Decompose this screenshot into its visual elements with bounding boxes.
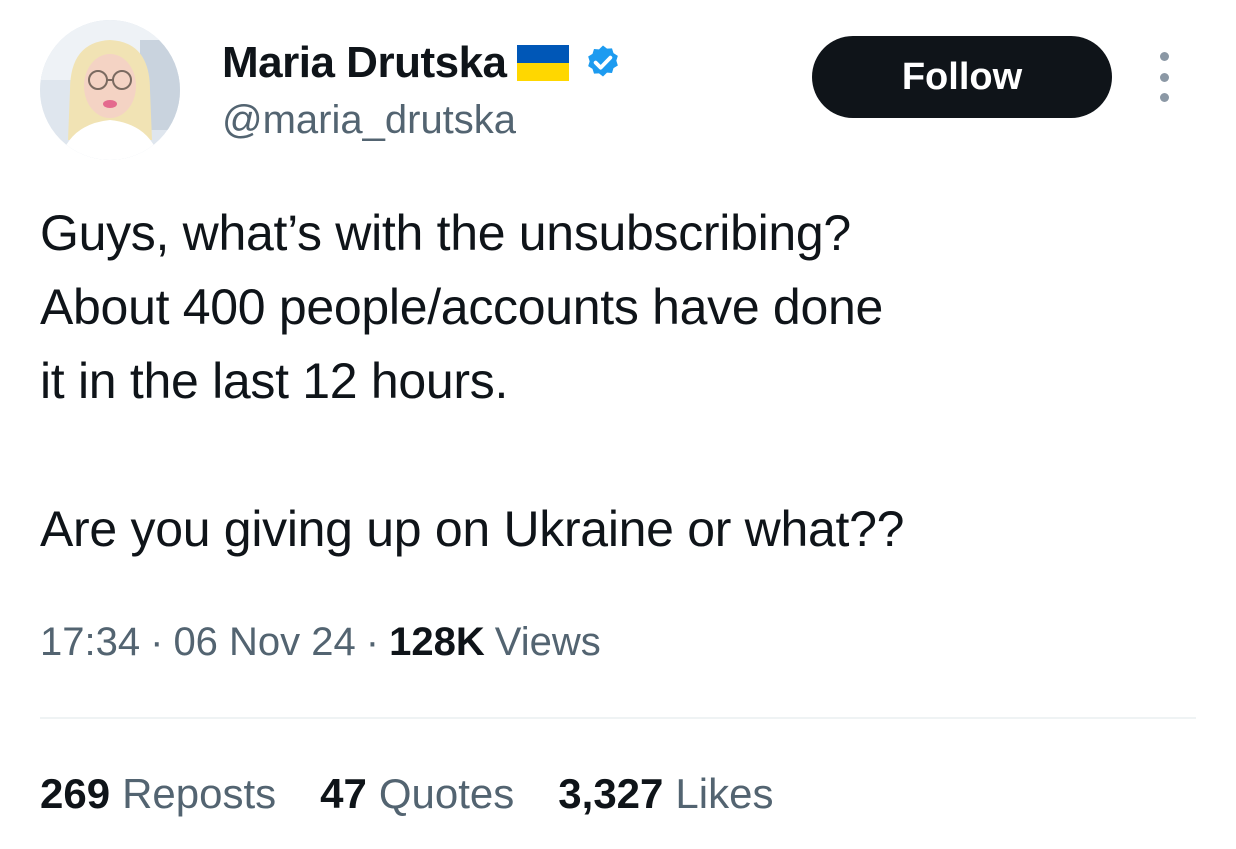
reposts-label: Reposts	[122, 770, 277, 817]
tweet-card: Maria Drutska @maria_drutska Follow Guys…	[0, 0, 1236, 849]
quotes-stat[interactable]: 47 Quotes	[320, 770, 514, 818]
more-options-icon[interactable]	[1152, 52, 1176, 102]
views-count[interactable]: 128K	[389, 620, 485, 665]
follow-button[interactable]: Follow	[812, 36, 1112, 118]
quotes-label: Quotes	[378, 770, 515, 817]
author-display-name[interactable]: Maria Drutska	[222, 38, 507, 88]
divider	[40, 717, 1196, 719]
views-label: Views	[494, 620, 601, 664]
likes-label: Likes	[675, 770, 774, 817]
tweet-time[interactable]: 17:34	[40, 620, 140, 665]
tweet-line: it in the last 12 hours.	[40, 353, 509, 409]
reposts-count: 269	[40, 770, 111, 817]
ukraine-flag-icon	[516, 45, 569, 81]
likes-count: 3,327	[558, 770, 664, 817]
quotes-count: 47	[320, 770, 367, 817]
tweet-line: Are you giving up on Ukraine or what??	[40, 501, 905, 557]
author-name-row: Maria Drutska	[222, 36, 623, 90]
meta-separator: ·	[365, 620, 380, 664]
tweet-line: About 400 people/accounts have done	[40, 279, 883, 335]
tweet-line: Guys, what’s with the unsubscribing?	[40, 205, 851, 261]
tweet-date[interactable]: 06 Nov 24	[173, 620, 355, 665]
more-dot	[1159, 93, 1169, 102]
author-handle[interactable]: @maria_drutska	[222, 98, 516, 143]
avatar-image	[40, 20, 180, 160]
reposts-stat[interactable]: 269 Reposts	[40, 770, 276, 818]
engagement-stats: 269 Reposts 47 Quotes 3,327 Likes	[40, 770, 817, 818]
more-dot	[1159, 52, 1169, 61]
tweet-meta: 17:34 · 06 Nov 24 · 128K Views	[40, 620, 601, 665]
avatar[interactable]	[40, 20, 180, 160]
tweet-text: Guys, what’s with the unsubscribing? Abo…	[40, 196, 1200, 566]
likes-stat[interactable]: 3,327 Likes	[558, 770, 773, 818]
verified-badge-icon[interactable]	[583, 43, 623, 83]
more-dot	[1159, 72, 1169, 82]
meta-separator: ·	[150, 620, 164, 664]
